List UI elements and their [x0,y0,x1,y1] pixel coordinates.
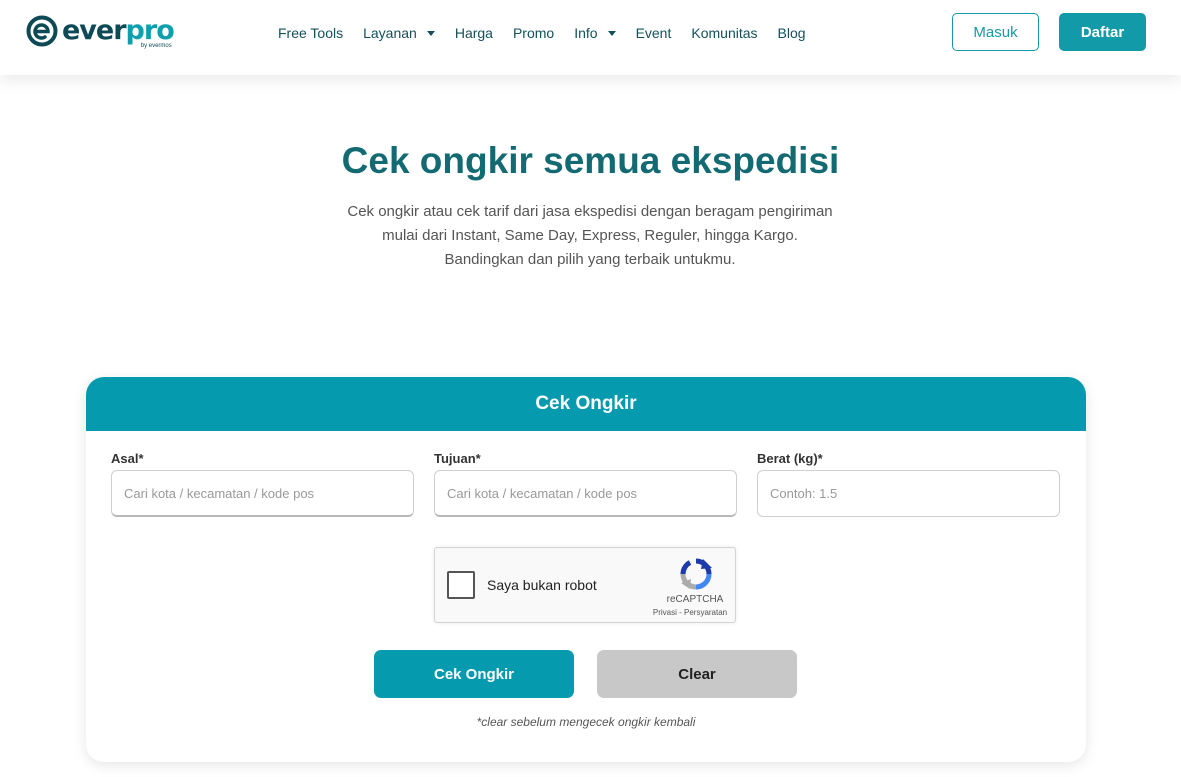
origin-field: Asal* Cari kota / kecamatan / kode pos [111,450,414,517]
clear-button[interactable]: Clear [597,650,797,698]
recaptcha-widget: Saya bukan robot reCAPTCHA Privasi - Per… [434,547,736,623]
nav-item-label: Info [574,25,598,41]
logo-wordmark-ever: ever [62,15,127,46]
recaptcha-checkbox[interactable] [447,571,475,599]
nav-item-info[interactable]: Info [574,25,616,41]
recaptcha-links[interactable]: Privasi - Persyaratan [643,608,737,617]
everpro-logo-icon [26,15,58,47]
nav-item-event[interactable]: Event [636,25,672,41]
recaptcha-label: Saya bukan robot [487,577,597,593]
nav-item-label: Harga [454,25,493,41]
page-title: Cek ongkir semua ekspedisi [341,140,840,181]
page-description: Cek ongkir atau cek tarif dari jasa eksp… [290,200,890,272]
weight-placeholder: Contoh: 1.5 [770,486,838,501]
nav-item-layanan[interactable]: Layanan [363,25,435,41]
description-line: Cek ongkir atau cek tarif dari jasa eksp… [347,203,833,220]
nav-item-label: Promo [512,25,555,41]
everpro-logo[interactable]: everpro by evermos [26,15,175,51]
nav-item-label: Komunitas [691,25,758,41]
main-nav: Free Tools Layanan Harga Promo Info Even… [278,22,826,44]
nav-item-label: Free Tools [278,25,344,41]
register-button[interactable]: Daftar [1059,13,1146,51]
nav-item-komunitas[interactable]: Komunitas [691,25,757,41]
description-line: Bandingkan dan pilih yang terbaik untukm… [444,251,736,268]
clear-note: *clear sebelum mengecek ongkir kembali [476,715,696,729]
origin-placeholder: Cari kota / kecamatan / kode pos [124,485,315,501]
nav-item-label: Layanan [363,25,417,41]
nav-item-free-tools[interactable]: Free Tools [278,25,343,41]
check-shipping-button[interactable]: Cek Ongkir [374,650,574,698]
weight-field: Berat (kg)* Contoh: 1.5 [757,450,1060,517]
destination-input[interactable]: Cari kota / kecamatan / kode pos [434,470,737,517]
origin-label: Asal* [111,451,144,466]
recaptcha-brand: reCAPTCHA [666,594,724,605]
weight-input[interactable]: Contoh: 1.5 [757,470,1060,517]
nav-item-promo[interactable]: Promo [513,25,554,41]
nav-item-harga[interactable]: Harga [455,25,493,41]
chevron-down-icon [607,30,616,36]
top-navbar: everpro by evermos Free Tools Layanan Ha… [0,0,1181,75]
destination-placeholder: Cari kota / kecamatan / kode pos [447,485,638,501]
weight-label: Berat (kg)* [757,451,823,466]
description-line: mulai dari Instant, Same Day, Express, R… [382,227,798,244]
nav-item-label: Event [635,25,672,41]
nav-item-label: Blog [777,25,806,41]
origin-input[interactable]: Cari kota / kecamatan / kode pos [111,470,414,517]
logo-wordmark-pro: pro [125,15,175,46]
recaptcha-icon [680,558,712,590]
login-button[interactable]: Masuk [952,13,1039,51]
chevron-down-icon [426,30,435,36]
nav-item-blog[interactable]: Blog [778,25,806,41]
destination-field: Tujuan* Cari kota / kecamatan / kode pos [434,450,737,517]
logo-tagline: by evermos [140,43,172,49]
form-header: Cek Ongkir [86,377,1086,431]
shipping-cost-form-card: Cek Ongkir Asal* Cari kota / kecamatan /… [86,377,1086,762]
destination-label: Tujuan* [434,451,481,466]
